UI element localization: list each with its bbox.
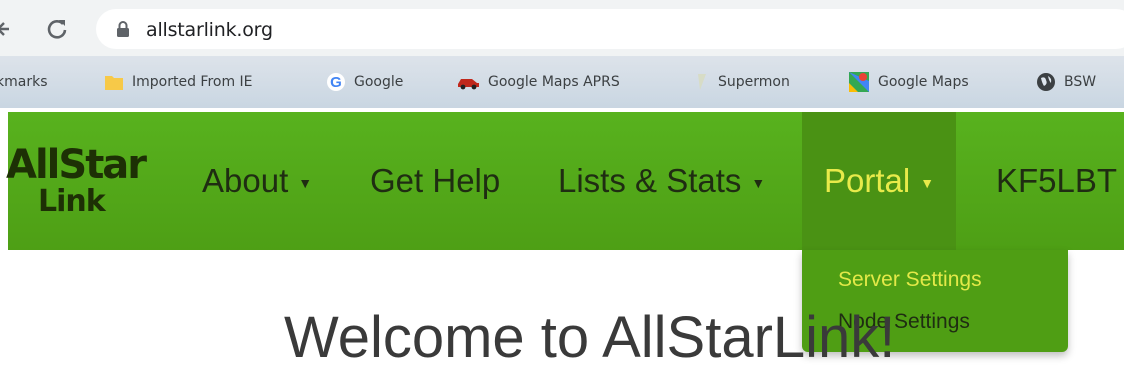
bookmark-label: Google Maps APRS xyxy=(488,74,620,90)
reload-button[interactable] xyxy=(42,14,72,44)
address-bar[interactable]: allstarlink.org xyxy=(96,9,1124,49)
nav-get-help-label: Get Help xyxy=(370,162,501,199)
bookmark-bsw[interactable]: BSW xyxy=(1036,56,1096,108)
supermon-icon xyxy=(694,72,710,92)
bookmark-supermon[interactable]: Supermon xyxy=(694,56,790,108)
folder-icon xyxy=(104,73,124,91)
browser-toolbar: allstarlink.org xyxy=(0,0,1124,56)
nav-user-label: KF5LBT xyxy=(996,162,1118,199)
nav-lists-stats-label: Lists & Stats xyxy=(558,162,742,199)
caret-down-icon: ▼ xyxy=(751,175,766,191)
menu-item-server-settings[interactable]: Server Settings xyxy=(838,268,982,292)
bookmark-label: Google xyxy=(354,74,404,90)
bookmark-google[interactable]: G Google xyxy=(326,56,403,108)
bookmark-label: Google Maps xyxy=(878,74,969,90)
bookmark-label: kmarks xyxy=(0,74,48,90)
caret-down-icon: ▼ xyxy=(920,175,935,191)
allstarlink-logo[interactable]: AllStar Link xyxy=(6,142,147,222)
globe-icon xyxy=(1036,72,1056,92)
car-icon xyxy=(456,74,480,90)
logo-text-link: Link xyxy=(38,184,106,219)
svg-text:G: G xyxy=(330,74,342,91)
bookmark-label: Imported From IE xyxy=(132,74,253,90)
google-icon: G xyxy=(326,72,346,92)
nav-about[interactable]: About ▼ xyxy=(202,112,312,250)
bookmark-google-maps-aprs[interactable]: Google Maps APRS xyxy=(456,56,620,108)
nav-portal-label: Portal xyxy=(824,162,911,199)
page-title: Welcome to AllStarLink! xyxy=(284,305,896,370)
maps-icon xyxy=(848,71,870,93)
nav-lists-stats[interactable]: Lists & Stats ▼ xyxy=(558,112,765,250)
arrow-left-icon xyxy=(0,22,9,36)
lock-icon xyxy=(117,21,129,37)
nav-portal[interactable]: Portal ▼ xyxy=(802,112,957,250)
bookmark-bookmarks[interactable]: kmarks xyxy=(0,56,47,108)
bookmarks-bar: kmarks Imported From IE G Google Google … xyxy=(0,56,1124,108)
bookmark-label: Supermon xyxy=(718,74,790,90)
nav-about-label: About xyxy=(202,162,289,199)
nav-user-account[interactable]: KF5LBT xyxy=(996,112,1117,250)
logo-text-allstar: AllStar xyxy=(6,142,147,188)
reload-icon xyxy=(47,20,67,39)
bookmark-imported-from-ie[interactable]: Imported From IE xyxy=(104,56,253,108)
site-navbar: AllStar Link About ▼ Get Help Lists & St… xyxy=(6,112,1124,250)
bookmark-google-maps[interactable]: Google Maps xyxy=(848,56,969,108)
server-settings-label: Server Settings xyxy=(838,268,982,291)
bookmark-label: BSW xyxy=(1064,74,1097,90)
nav-get-help[interactable]: Get Help xyxy=(370,112,500,250)
back-button[interactable] xyxy=(0,14,14,44)
caret-down-icon: ▼ xyxy=(298,175,313,191)
url-text: allstarlink.org xyxy=(146,19,273,41)
